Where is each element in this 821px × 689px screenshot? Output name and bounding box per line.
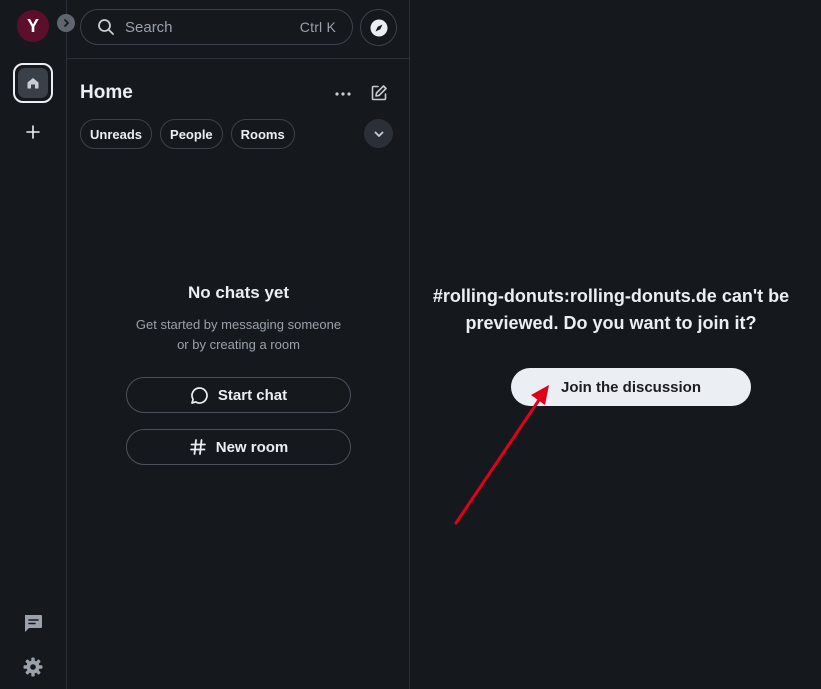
compass-icon bbox=[370, 19, 387, 36]
compose-button[interactable] bbox=[368, 82, 390, 104]
settings-button[interactable] bbox=[21, 655, 45, 679]
space-rail: Y bbox=[0, 0, 75, 689]
preview-message-line2: previewed. Do you want to join it? bbox=[465, 313, 757, 333]
threads-icon bbox=[25, 615, 42, 632]
empty-state-desc-line1: Get started by messaging someone bbox=[135, 317, 342, 332]
preview-message-line1: #rolling-donuts:rolling-donuts.de can't … bbox=[432, 286, 790, 306]
filter-people[interactable]: People bbox=[160, 119, 223, 149]
search-input[interactable]: Search Ctrl K bbox=[80, 9, 353, 45]
room-list-panel: Search Ctrl K Home Unreads People Rooms … bbox=[67, 0, 410, 689]
expand-sidebar-button[interactable] bbox=[57, 14, 75, 32]
user-avatar[interactable]: Y bbox=[17, 10, 49, 42]
empty-state-description: Get started by messaging someone or by c… bbox=[67, 315, 410, 355]
explore-rooms-button[interactable] bbox=[360, 9, 397, 46]
compose-icon bbox=[371, 85, 387, 101]
start-chat-button[interactable]: Start chat bbox=[126, 377, 351, 413]
threads-button[interactable] bbox=[21, 611, 45, 635]
join-discussion-button[interactable]: Join the discussion bbox=[511, 368, 751, 406]
new-room-button[interactable]: New room bbox=[126, 429, 351, 465]
more-horizontal-icon bbox=[335, 92, 351, 96]
search-shortcut: Ctrl K bbox=[299, 19, 336, 35]
more-options-button[interactable] bbox=[332, 83, 354, 105]
home-space-button[interactable] bbox=[13, 63, 53, 103]
home-icon bbox=[27, 78, 39, 89]
app-window: Y Search Ctrl K Home Unreads People Room… bbox=[0, 0, 821, 689]
hash-icon bbox=[189, 439, 206, 455]
page-title: Home bbox=[80, 82, 133, 103]
filter-chips: Unreads People Rooms bbox=[80, 119, 295, 149]
start-chat-label: Start chat bbox=[217, 386, 288, 404]
chat-bubble-icon bbox=[191, 386, 208, 404]
new-room-label: New room bbox=[215, 438, 289, 456]
gear-icon bbox=[23, 657, 43, 677]
plus-icon bbox=[26, 125, 40, 139]
filter-unreads[interactable]: Unreads bbox=[80, 119, 153, 149]
preview-message: #rolling-donuts:rolling-donuts.de can't … bbox=[390, 283, 821, 337]
expand-filters-button[interactable] bbox=[364, 119, 393, 148]
room-preview-area: #rolling-donuts:rolling-donuts.de can't … bbox=[410, 0, 821, 689]
chevron-right-icon bbox=[64, 19, 69, 27]
empty-state: No chats yet Get started by messaging so… bbox=[67, 283, 410, 355]
empty-state-title: No chats yet bbox=[187, 283, 290, 302]
empty-state-desc-line2: or by creating a room bbox=[177, 337, 300, 352]
search-icon bbox=[97, 18, 115, 36]
filter-rooms[interactable]: Rooms bbox=[230, 119, 295, 149]
chevron-down-icon bbox=[374, 131, 383, 137]
header-divider bbox=[67, 58, 410, 59]
avatar-initial: Y bbox=[26, 15, 39, 36]
search-placeholder: Search bbox=[125, 18, 173, 36]
create-space-button[interactable] bbox=[21, 120, 45, 144]
